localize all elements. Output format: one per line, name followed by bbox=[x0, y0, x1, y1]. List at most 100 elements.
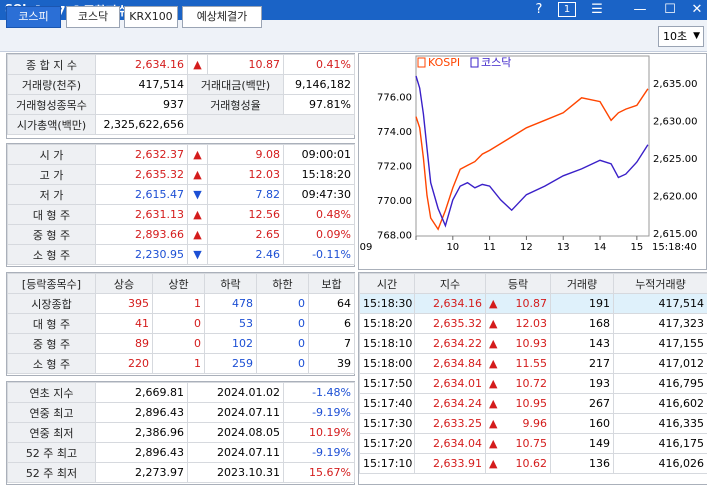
yearly-row: 연중 최저 2,386.96 2024.08.05 10.19% bbox=[7, 422, 355, 443]
tick-volume: 193 bbox=[550, 373, 614, 394]
tick-volume: 191 bbox=[550, 293, 614, 314]
yearly-date: 2023.10.31 bbox=[187, 462, 284, 483]
tick-row[interactable]: 15:18:20 2,635.32 ▲ 12.03 168 417,323 bbox=[359, 313, 707, 334]
yearly-date: 2024.07.11 bbox=[187, 402, 284, 423]
up-arrow-icon: ▲ bbox=[489, 437, 498, 450]
breadth-cell: 6 bbox=[308, 313, 355, 334]
breadth-header: 하한 bbox=[256, 273, 309, 294]
tick-volume: 267 bbox=[550, 393, 614, 414]
link-number-button[interactable]: 1 bbox=[558, 2, 576, 17]
tick-time: 15:17:20 bbox=[359, 433, 415, 454]
yearly-percent: 10.19% bbox=[283, 422, 355, 443]
tick-index: 2,634.04 bbox=[414, 433, 486, 454]
price-value: 2,230.95 bbox=[95, 244, 188, 265]
price-row: 중 형 주 2,893.66 ▲ 2.65 0.09% bbox=[7, 224, 355, 245]
price-row: 대 형 주 2,631.13 ▲ 12.56 0.48% bbox=[7, 204, 355, 225]
yearly-row: 52 주 최저 2,273.97 2023.10.31 15.67% bbox=[7, 462, 355, 483]
price-time-or-percent: -0.11% bbox=[283, 244, 355, 265]
tick-time: 15:17:30 bbox=[359, 413, 415, 434]
tab-kosdaq[interactable]: 코스닥 bbox=[66, 6, 120, 28]
yearly-label: 52 주 최저 bbox=[7, 462, 96, 483]
tick-time: 15:18:10 bbox=[359, 333, 415, 354]
tick-volume: 136 bbox=[550, 453, 614, 474]
breadth-header: [등락종목수] bbox=[7, 273, 96, 294]
y-left-tick: 776.00 bbox=[377, 93, 412, 104]
tick-row[interactable]: 15:17:40 2,634.24 ▲ 10.95 267 416,602 bbox=[359, 393, 707, 414]
tick-time: 15:18:30 bbox=[359, 293, 415, 314]
maximize-icon[interactable]: ☐ bbox=[660, 1, 680, 18]
yearly-value: 2,273.97 bbox=[95, 462, 188, 483]
close-icon[interactable]: ✕ bbox=[688, 1, 706, 18]
tick-row[interactable]: 15:17:10 2,633.91 ▲ 10.62 136 416,026 bbox=[359, 453, 707, 474]
yearly-value: 2,669.81 bbox=[95, 382, 188, 403]
yearly-row: 연초 지수 2,669.81 2024.01.02 -1.48% bbox=[7, 382, 355, 403]
legend-label: 코스닥 bbox=[481, 56, 511, 69]
x-tick: 14 bbox=[594, 242, 607, 253]
x-tick-end: 15:18:40 bbox=[652, 242, 697, 253]
up-arrow-icon: ▲ bbox=[489, 417, 498, 430]
tick-header: 등락 bbox=[485, 273, 551, 294]
y-left-tick: 768.00 bbox=[377, 230, 412, 241]
breadth-header: 보합 bbox=[308, 273, 355, 294]
tick-change: ▲ 10.72 bbox=[485, 373, 551, 394]
tick-row[interactable]: 15:18:10 2,634.22 ▲ 10.93 143 417,155 bbox=[359, 333, 707, 354]
tick-header: 거래량 bbox=[550, 273, 614, 294]
tick-index: 2,635.32 bbox=[414, 313, 486, 334]
up-arrow-icon: ▲ bbox=[187, 204, 208, 225]
plot-area bbox=[415, 55, 650, 237]
minimize-icon[interactable]: — bbox=[630, 1, 650, 18]
price-change: 12.56 bbox=[207, 204, 284, 225]
tick-change-value: 11.55 bbox=[515, 357, 548, 370]
price-time-or-percent: 09:47:30 bbox=[283, 184, 355, 205]
up-arrow-icon: ▲ bbox=[489, 457, 498, 470]
tick-row[interactable]: 15:17:20 2,634.04 ▲ 10.75 149 416,175 bbox=[359, 433, 707, 454]
menu-icon[interactable]: ☰ bbox=[586, 1, 608, 18]
x-tick: 10 bbox=[446, 242, 459, 253]
breadth-cell: 0 bbox=[256, 293, 309, 314]
tick-time: 15:18:00 bbox=[359, 353, 415, 374]
intraday-chart[interactable]: 776.00 774.00 772.00 770.00 768.00 2,635.00 2,… bbox=[358, 53, 707, 270]
breadth-row: 중 형 주 89 0 102 0 7 bbox=[7, 333, 355, 354]
tick-header-row: 시간 지수 등락 거래량 누적거래량 bbox=[359, 273, 707, 294]
tab-krx100[interactable]: KRX100 bbox=[124, 6, 178, 28]
amount-value: 9,146,182 bbox=[283, 74, 355, 95]
chevron-down-icon: ▼ bbox=[693, 31, 700, 41]
tick-change-value: 10.75 bbox=[515, 437, 548, 450]
yearly-panel: 연초 지수 2,669.81 2024.01.02 -1.48% 연중 최고 2,896.… bbox=[6, 381, 355, 485]
yearly-value: 2,896.43 bbox=[95, 402, 188, 423]
price-change: 12.03 bbox=[207, 164, 284, 185]
yearly-label: 연초 지수 bbox=[7, 382, 96, 403]
empty-cell bbox=[187, 114, 355, 135]
yearly-percent: 15.67% bbox=[283, 462, 355, 483]
market-cap-label: 시가총액(백만) bbox=[7, 114, 96, 135]
tick-header: 지수 bbox=[414, 273, 486, 294]
tab-kospi[interactable]: 코스피 bbox=[6, 6, 61, 28]
help-icon[interactable]: ? bbox=[530, 1, 548, 18]
formed-rate-value: 97.81% bbox=[283, 94, 355, 115]
breadth-cell: 1 bbox=[152, 353, 205, 374]
price-change: 7.82 bbox=[207, 184, 284, 205]
tick-row[interactable]: 15:17:30 2,633.25 ▲ 9.96 160 416,335 bbox=[359, 413, 707, 434]
breadth-cell: 220 bbox=[95, 353, 153, 374]
breadth-row: 대 형 주 41 0 53 0 6 bbox=[7, 313, 355, 334]
tick-index: 2,633.25 bbox=[414, 413, 486, 434]
up-arrow-icon: ▲ bbox=[489, 337, 498, 350]
tick-row[interactable]: 15:18:30 2,634.16 ▲ 10.87 191 417,514 bbox=[359, 293, 707, 314]
tick-row[interactable]: 15:18:00 2,634.84 ▲ 11.55 217 417,012 bbox=[359, 353, 707, 374]
interval-select[interactable]: 10초 ▼ bbox=[658, 26, 704, 47]
tick-cum-volume: 416,026 bbox=[613, 453, 707, 474]
breadth-cell: 41 bbox=[95, 313, 153, 334]
yearly-label: 연중 최저 bbox=[7, 422, 96, 443]
y-right-tick: 2,620.00 bbox=[653, 191, 698, 202]
yearly-percent: -1.48% bbox=[283, 382, 355, 403]
breadth-header: 상한 bbox=[152, 273, 205, 294]
y-left-tick: 770.00 bbox=[377, 196, 412, 207]
tab-expected-price[interactable]: 예상체결가 bbox=[182, 6, 262, 28]
yearly-percent: -9.19% bbox=[283, 442, 355, 463]
tick-row[interactable]: 15:17:50 2,634.01 ▲ 10.72 193 416,795 bbox=[359, 373, 707, 394]
price-label: 시 가 bbox=[7, 144, 96, 165]
up-arrow-icon: ▲ bbox=[489, 357, 498, 370]
price-row: 소 형 주 2,230.95 ▼ 2.46 -0.11% bbox=[7, 244, 355, 265]
tick-cum-volume: 416,602 bbox=[613, 393, 707, 414]
up-arrow-icon: ▲ bbox=[489, 377, 498, 390]
